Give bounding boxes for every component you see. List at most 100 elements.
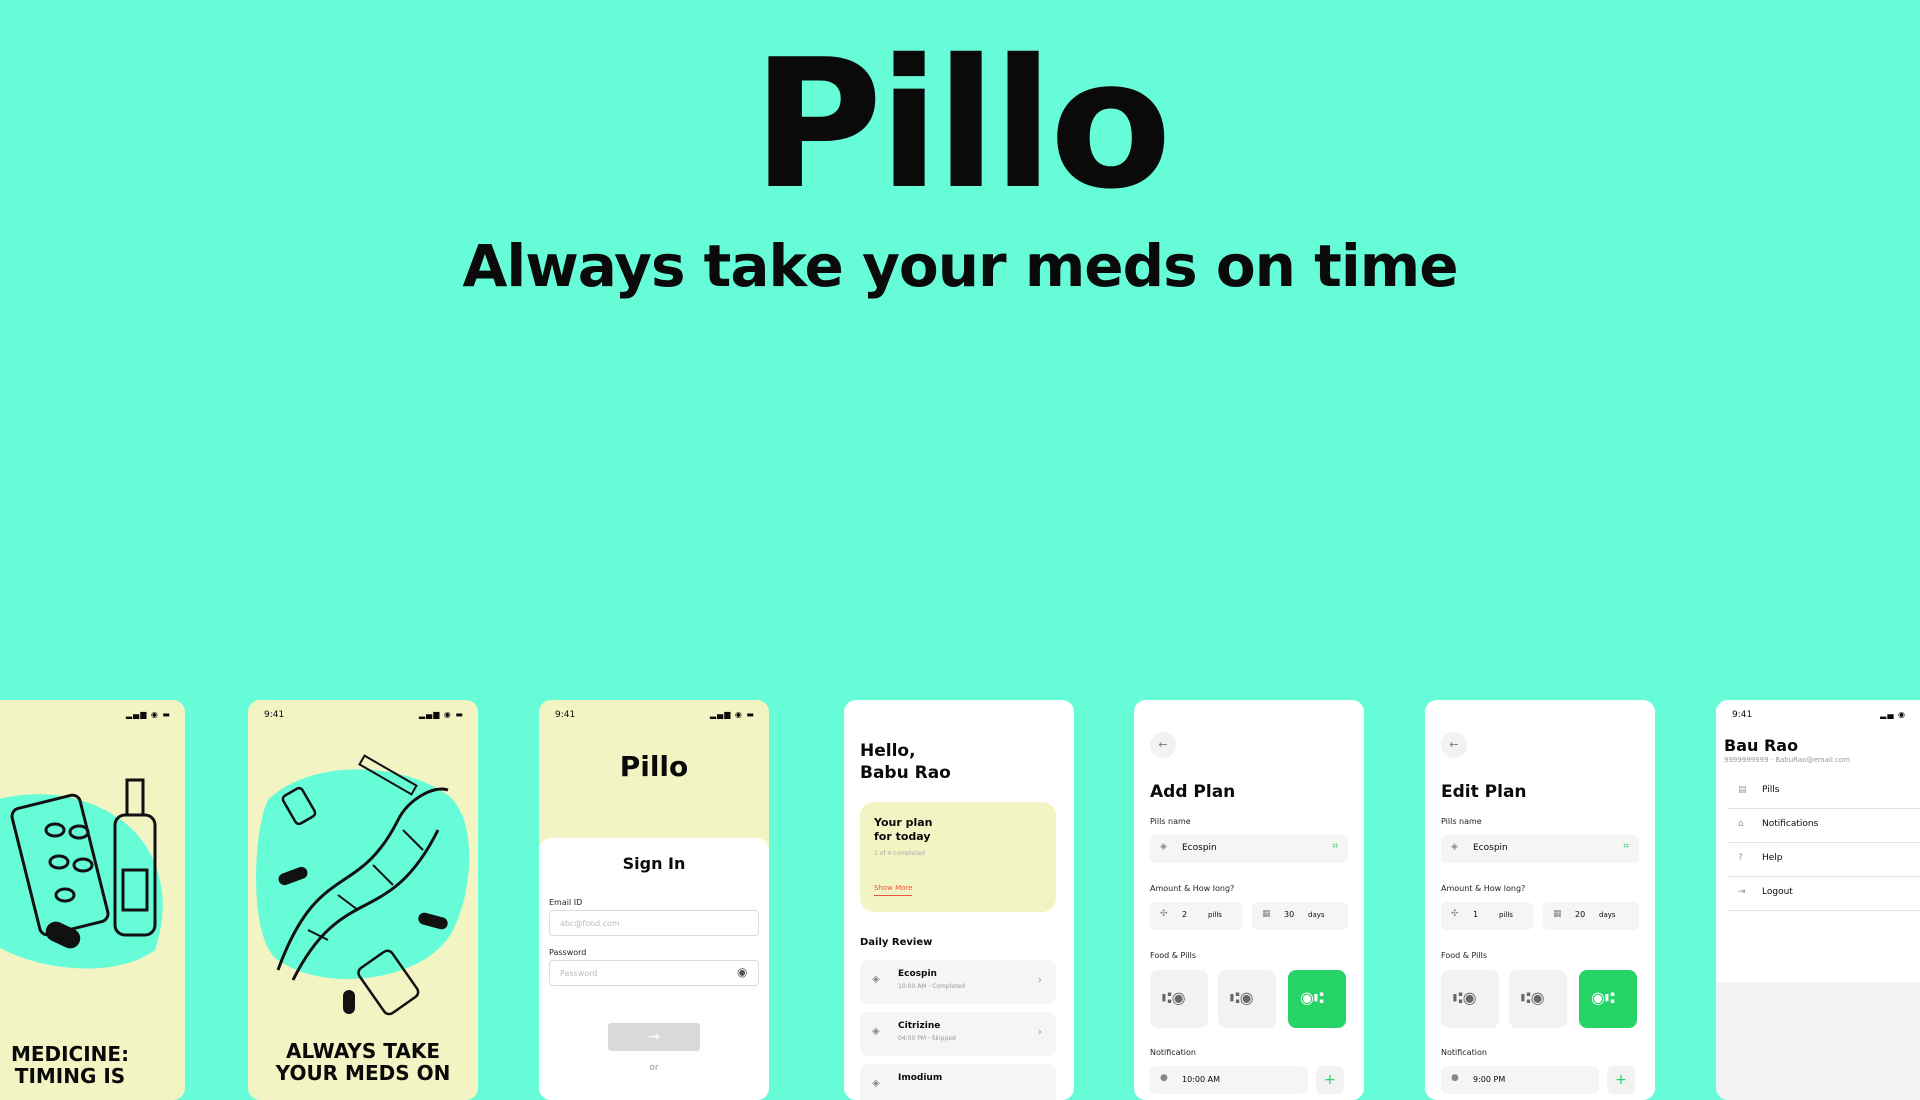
menu-item-label: Notifications <box>1762 819 1819 829</box>
with-food-button[interactable]: ⑆◉ <box>1509 970 1567 1028</box>
amount-select[interactable]: ✣ 1 pills <box>1441 902 1533 930</box>
status-time: 9:41 <box>264 710 285 720</box>
review-item[interactable]: ◈ Ecospin 10:00 AM · Completed › <box>860 960 1056 1004</box>
pills-name-input[interactable]: ◈ Ecospin ⌗ <box>1441 835 1639 863</box>
email-field[interactable]: abc@food.com <box>549 910 759 936</box>
plate-icon: ⑆◉ <box>1521 988 1545 1007</box>
edit-plan-screen: ← Edit Plan Pills name ◈ Ecospin ⌗ Amoun… <box>1425 700 1655 1100</box>
status-time: 9:41 <box>1732 710 1753 720</box>
review-item-name: Citrizine <box>898 1021 941 1031</box>
plate-icon: ⑆◉ <box>1230 988 1254 1007</box>
signin-submit-button[interactable]: → <box>608 1023 700 1051</box>
menu-item-label: Pills <box>1762 785 1780 795</box>
signin-card: Sign In Email ID abc@food.com Password P… <box>539 838 769 1100</box>
profile-screen: 9:41 ▂▄ ◉ Bau Rao 9999999999 · BabuRao@e… <box>1716 700 1920 1100</box>
hero-title: Pillo <box>752 21 1172 228</box>
pills-icon: ✣ <box>1451 909 1459 919</box>
review-item[interactable]: ◈ Citrizine 04:00 PM · Skipped › <box>860 1012 1056 1056</box>
arrow-left-icon: ← <box>1449 738 1459 751</box>
plate-icon: ◉⑆ <box>1591 988 1615 1007</box>
greeting-line: Hello, <box>860 741 916 761</box>
notification-label: Notification <box>1150 1048 1196 1057</box>
password-field[interactable]: Password <box>549 960 759 986</box>
notification-time-input[interactable]: ● 9:00 PM <box>1441 1066 1599 1094</box>
pills-icon: ✣ <box>1160 909 1168 919</box>
pills-name-label: Pills name <box>1441 817 1482 826</box>
status-icons: ▂▄ ◉ <box>1880 710 1906 719</box>
duration-select[interactable]: ▦ 20 days <box>1543 902 1639 930</box>
scan-icon[interactable]: ⌗ <box>1332 841 1338 852</box>
plus-icon: + <box>1324 1072 1336 1088</box>
amount-label: Amount & How long? <box>1441 884 1526 893</box>
duration-select[interactable]: ▦ 30 days <box>1252 902 1348 930</box>
signin-brand: Pillo <box>619 750 689 783</box>
add-notification-button[interactable]: + <box>1316 1066 1344 1094</box>
back-button[interactable]: ← <box>1441 732 1467 758</box>
amount-select[interactable]: ✣ 2 pills <box>1150 902 1242 930</box>
with-food-button[interactable]: ⑆◉ <box>1218 970 1276 1028</box>
logout-icon: ⇥ <box>1738 887 1746 897</box>
notification-time-input[interactable]: ● 10:00 AM <box>1150 1066 1308 1094</box>
duration-value: 30 <box>1284 910 1295 919</box>
plate-icon: ⑆◉ <box>1453 988 1477 1007</box>
greeting-name: Babu Rao <box>860 763 951 783</box>
menu-item-help[interactable]: ? Help <box>1728 842 1920 877</box>
medicine-illustration <box>0 778 163 969</box>
email-label: Email ID <box>549 898 583 907</box>
chevron-right-icon: › <box>1037 973 1042 986</box>
add-notification-button[interactable]: + <box>1607 1066 1635 1094</box>
status-icons: ▂▄▆ ◉ ▬ <box>418 710 464 719</box>
review-item-detail: 10:00 AM · Completed <box>898 983 965 990</box>
eye-icon[interactable]: ◉ <box>737 965 747 979</box>
plus-icon: + <box>1615 1072 1627 1088</box>
before-food-button[interactable]: ⑆◉ <box>1441 970 1499 1028</box>
caption-line: YOUR MEDS ON <box>275 1061 451 1085</box>
scan-icon[interactable]: ⌗ <box>1623 841 1629 852</box>
after-food-button[interactable]: ◉⑆ <box>1288 970 1346 1028</box>
profile-name: Bau Rao <box>1724 736 1799 755</box>
status-icons: ▂▄▆ ◉ ▬ <box>709 710 755 719</box>
after-food-button[interactable]: ◉⑆ <box>1579 970 1637 1028</box>
menu-item-logout[interactable]: ⇥ Logout <box>1728 876 1920 911</box>
menu-item-pills[interactable]: ▤ Pills <box>1728 774 1920 809</box>
help-icon: ? <box>1738 853 1743 863</box>
food-pills-label: Food & Pills <box>1150 951 1196 960</box>
review-item-name: Ecospin <box>898 969 937 979</box>
onboarding-screen-2: 9:41 ▂▄▆ ◉ ▬ ALWAYS TAKE YOUR MEDS ON <box>248 700 478 1100</box>
hero-tagline: Always take your meds on time <box>462 232 1458 300</box>
home-screen: Hello, Babu Rao Your plan for today 1 of… <box>844 700 1074 1100</box>
notification-label: Notification <box>1441 1048 1487 1057</box>
greeting: Hello, Babu Rao <box>860 740 951 784</box>
show-more-link[interactable]: Show More <box>874 884 913 896</box>
onboarding-screen-1: ▂▄▆ ◉ ▬ MEDICINE: TIMING IS <box>0 700 185 1100</box>
amount-unit: pills <box>1208 911 1222 919</box>
plan-title-line: Your plan <box>874 816 933 829</box>
today-plan-card[interactable]: Your plan for today 1 of 4 completed Sho… <box>860 802 1056 912</box>
amount-value: 1 <box>1473 910 1479 919</box>
pills-name-input[interactable]: ◈ Ecospin ⌗ <box>1150 835 1348 863</box>
duration-unit: days <box>1599 911 1616 919</box>
menu-item-notifications[interactable]: ⌂ Notifications <box>1728 808 1920 843</box>
duration-unit: days <box>1308 911 1325 919</box>
add-plan-screen: ← Add Plan Pills name ◈ Ecospin ⌗ Amount… <box>1134 700 1364 1100</box>
calendar-icon: ▦ <box>1553 909 1562 919</box>
onboarding-caption-2: ALWAYS TAKE YOUR MEDS ON <box>248 1040 478 1084</box>
pill-icon: ◈ <box>1451 842 1458 852</box>
plate-icon: ⑆◉ <box>1162 988 1186 1007</box>
pill-icon: ◈ <box>872 1026 880 1037</box>
before-food-button[interactable]: ⑆◉ <box>1150 970 1208 1028</box>
home-icon: ⌂ <box>1738 819 1744 829</box>
amount-value: 2 <box>1182 910 1188 919</box>
or-divider-text: or <box>649 1063 659 1073</box>
calendar-icon: ▦ <box>1262 909 1271 919</box>
plan-progress: 1 of 4 completed <box>874 850 925 857</box>
review-item-detail: 04:00 PM · Skipped <box>898 1035 956 1042</box>
profile-panel: 9:41 ▂▄ ◉ Bau Rao 9999999999 · BabuRao@e… <box>1716 700 1920 982</box>
review-item[interactable]: ◈ Imodium <box>860 1064 1056 1100</box>
password-label: Password <box>549 948 587 957</box>
back-button[interactable]: ← <box>1150 732 1176 758</box>
arrow-left-icon: ← <box>1158 738 1168 751</box>
bell-icon: ● <box>1160 1073 1168 1083</box>
plan-title-line: for today <box>874 830 931 843</box>
review-item-name: Imodium <box>898 1073 943 1083</box>
